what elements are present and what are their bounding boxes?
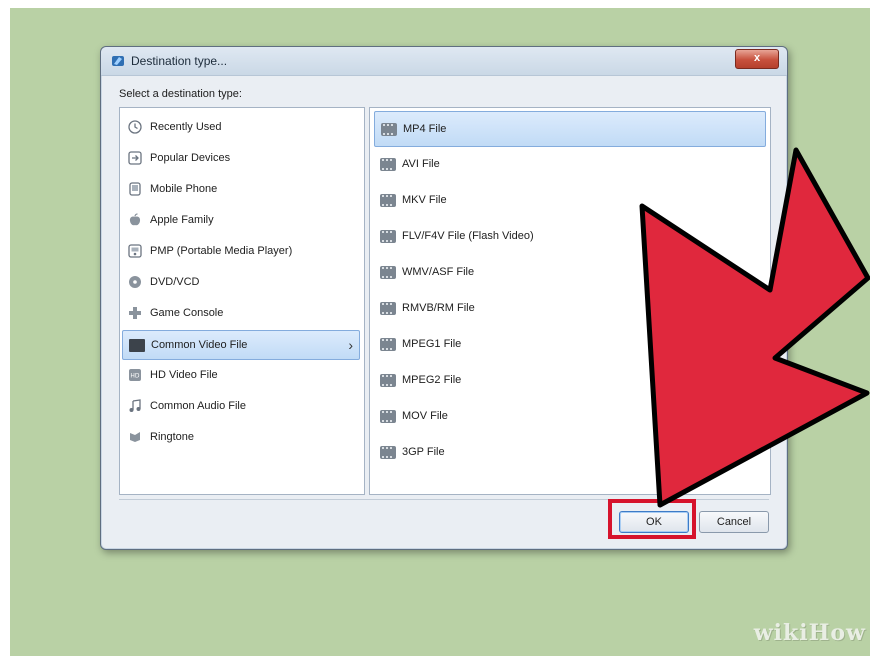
red-arrow-icon — [639, 147, 870, 508]
wikihow-watermark: wikiHow — [753, 620, 866, 646]
pointer-arrow — [639, 147, 870, 508]
